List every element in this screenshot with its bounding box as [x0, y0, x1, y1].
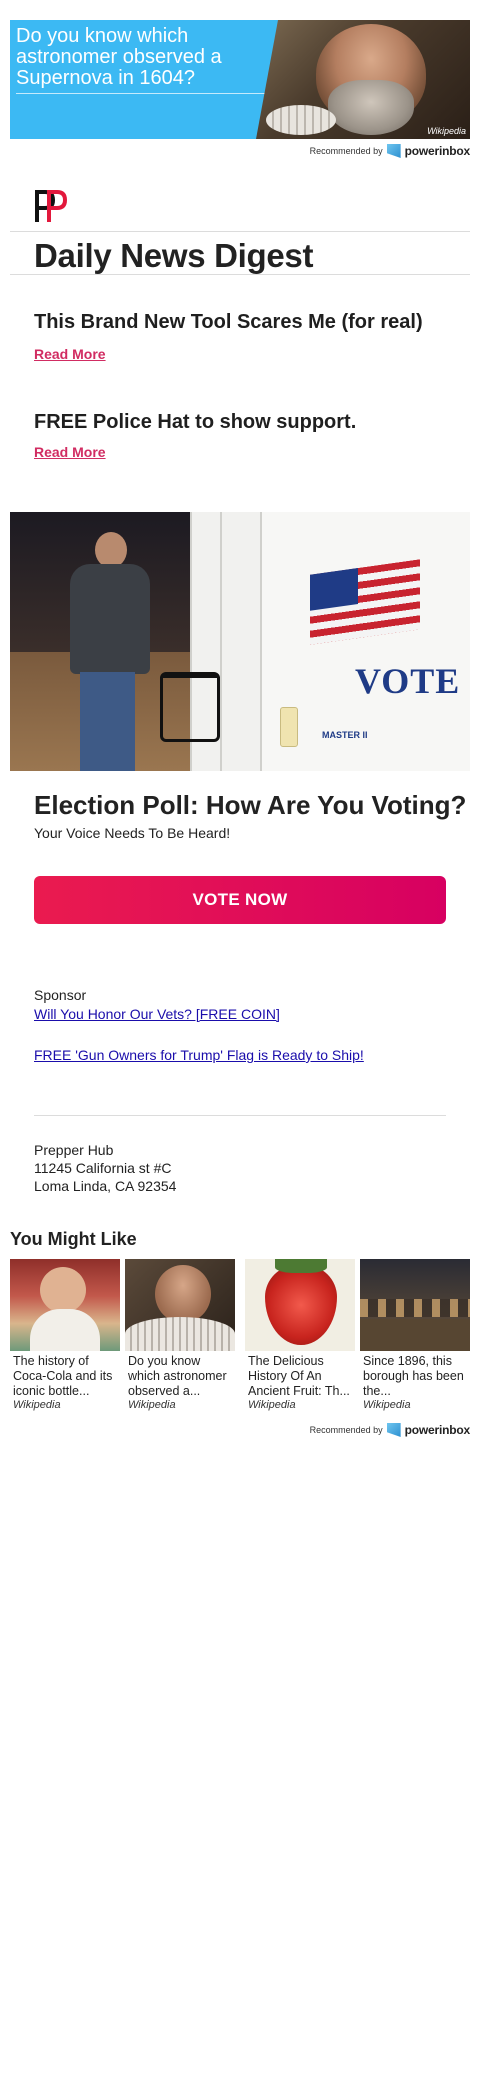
poll-title: Election Poll: How Are You Voting?	[34, 790, 467, 820]
powerinbox-logo-icon	[386, 1423, 401, 1437]
recommendation-card[interactable]: The history of Coca-Cola and its iconic …	[10, 1259, 120, 1411]
you-might-like-title: You Might Like	[10, 1229, 137, 1249]
card-source: Wikipedia	[128, 1399, 176, 1411]
top-ad-divider	[16, 93, 267, 94]
card-source: Wikipedia	[363, 1399, 411, 1411]
recommendation-card[interactable]: The Delicious History Of An Ancient Frui…	[245, 1259, 355, 1411]
header-divider-bottom	[10, 274, 470, 275]
recommended-label: Recommended by	[309, 1425, 383, 1435]
strawberry-image	[245, 1259, 355, 1351]
card-source: Wikipedia	[248, 1399, 296, 1411]
voting-machine-label: MASTER II	[322, 730, 368, 740]
top-ad-source: Wikipedia	[427, 126, 466, 136]
top-ad-banner[interactable]: Do you know which astronomer observed a …	[10, 20, 470, 139]
sponsor-link[interactable]: FREE 'Gun Owners for Trump' Flag is Read…	[34, 1047, 364, 1063]
recommendation-card[interactable]: Since 1896, this borough has been the...…	[360, 1259, 470, 1411]
poll-subtitle: Your Voice Needs To Be Heard!	[34, 825, 231, 841]
recommended-label: Recommended by	[309, 146, 383, 156]
card-headline: The Delicious History Of An Ancient Frui…	[248, 1354, 350, 1398]
recommended-by-bottom[interactable]: Recommended by powerinbox	[310, 1421, 470, 1439]
footer-divider	[34, 1115, 446, 1116]
recommended-by-top[interactable]: Recommended by powerinbox	[310, 142, 470, 160]
powerinbox-brand: powerinbox	[404, 144, 471, 158]
header-divider-top	[10, 231, 470, 232]
astronomer-portrait-image	[256, 20, 470, 139]
address-street: 11245 California st #C	[34, 1160, 172, 1176]
borough-image	[360, 1259, 470, 1351]
voter-figure	[50, 532, 160, 771]
vote-sign-text: VOTE	[355, 661, 461, 701]
story-title[interactable]: FREE Police Hat to show support.	[34, 411, 356, 434]
coca-cola-image	[10, 1259, 120, 1351]
sponsor-link[interactable]: Will You Honor Our Vets? [FREE COIN]	[34, 1006, 280, 1022]
top-ad-headline: Do you know which astronomer observed a …	[16, 25, 222, 89]
address-name: Prepper Hub	[34, 1142, 114, 1158]
card-headline: Since 1896, this borough has been the...	[363, 1354, 464, 1398]
read-more-link[interactable]: Read More	[34, 346, 106, 362]
story-title[interactable]: This Brand New Tool Scares Me (for real)	[34, 311, 423, 334]
card-headline: The history of Coca-Cola and its iconic …	[13, 1354, 113, 1398]
powerinbox-logo-icon	[386, 144, 401, 158]
sponsor-label: Sponsor	[34, 987, 87, 1003]
recommendation-card[interactable]: Do you know which astronomer observed a.…	[125, 1259, 235, 1411]
election-photo[interactable]: VOTE MASTER II	[10, 512, 470, 771]
card-source: Wikipedia	[13, 1399, 61, 1411]
vote-now-button[interactable]: VOTE NOW	[34, 876, 446, 924]
brand-logo-icon	[35, 190, 67, 222]
read-more-link[interactable]: Read More	[34, 444, 106, 460]
address-city: Loma Linda, CA 92354	[34, 1178, 177, 1194]
page-title: Daily News Digest	[34, 237, 314, 274]
powerinbox-brand: powerinbox	[404, 1423, 471, 1437]
card-headline: Do you know which astronomer observed a.…	[128, 1354, 227, 1398]
astronomer-image	[125, 1259, 235, 1351]
